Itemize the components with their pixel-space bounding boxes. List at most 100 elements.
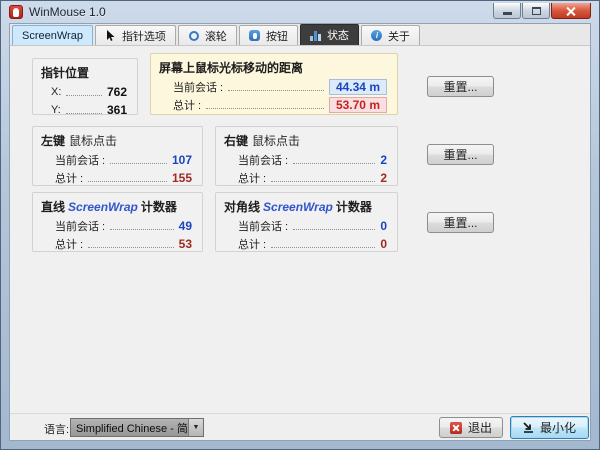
reset-button-label: 重置...	[443, 214, 477, 231]
panel-title-prefix: 直线	[41, 200, 65, 214]
total-label: 总计 :	[173, 97, 201, 113]
total-value: 155	[172, 171, 192, 185]
total-value: 0	[380, 237, 387, 251]
minimize-arrow-icon	[523, 422, 534, 433]
panel-title: 屏幕上鼠标光标移动的距离	[159, 59, 387, 76]
dotted-leader	[110, 163, 167, 164]
tab-label: ScreenWrap	[22, 30, 83, 42]
panel-title-prefix: 对角线	[224, 200, 260, 214]
straight-screenwrap-panel: 直线ScreenWrap计数器 当前会话 : 49 总计 : 53	[32, 192, 203, 252]
wheel-icon	[188, 30, 200, 42]
dotted-leader	[293, 229, 375, 230]
titlebar[interactable]: WinMouse 1.0	[1, 1, 599, 23]
total-value: 2	[380, 171, 387, 185]
minimize-icon	[503, 12, 512, 15]
tab-label: 滚轮	[205, 28, 227, 44]
total-label: 总计 :	[238, 170, 266, 186]
tab-about[interactable]: i 关于	[361, 25, 420, 45]
tab-status[interactable]: 状态	[300, 24, 359, 45]
dotted-leader	[206, 108, 324, 109]
session-label: 当前会话 :	[55, 218, 105, 234]
total-label: 总计 :	[238, 236, 266, 252]
tab-label: 关于	[388, 28, 410, 44]
distance-panel: 屏幕上鼠标光标移动的距离 当前会话 : 44.34 m 总计 : 53.70 m	[150, 53, 398, 115]
tab-pointer-options[interactable]: 指针选项	[95, 25, 176, 45]
client-area: ScreenWrap 指针选项 滚轮 按钮 状态 i	[9, 23, 591, 441]
reset-button-label: 重置...	[443, 146, 477, 163]
window: WinMouse 1.0 ScreenWrap 指针选项 滚轮	[0, 0, 600, 450]
window-title: WinMouse 1.0	[29, 5, 106, 19]
tab-screenwrap[interactable]: ScreenWrap	[12, 25, 93, 45]
maximize-icon	[532, 7, 541, 15]
total-value: 53	[179, 237, 192, 251]
session-label: 当前会话 :	[238, 218, 288, 234]
exit-button-label: 退出	[468, 419, 492, 436]
session-value: 44.34 m	[329, 79, 387, 95]
session-value: 49	[179, 219, 192, 233]
app-mouse-icon	[9, 5, 23, 19]
dotted-leader	[88, 181, 167, 182]
chevron-down-icon: ▼	[188, 419, 203, 436]
dotted-leader	[228, 90, 324, 91]
tab-bar: ScreenWrap 指针选项 滚轮 按钮 状态 i	[10, 24, 590, 46]
dotted-leader	[293, 163, 375, 164]
reset-screenwrap-button[interactable]: 重置...	[427, 212, 494, 233]
panel-title-bold: 左键	[41, 134, 65, 148]
panel-title-suffix: 计数器	[141, 200, 177, 214]
footer-bar: 语言: Simplified Chinese - 简体中文 ▼ 退出 最小化	[10, 413, 590, 440]
diagonal-screenwrap-panel: 对角线ScreenWrap计数器 当前会话 : 0 总计 : 0	[215, 192, 398, 252]
exit-icon	[450, 422, 462, 434]
language-select[interactable]: Simplified Chinese - 简体中文 ▼	[70, 418, 204, 437]
session-label: 当前会话 :	[238, 152, 288, 168]
session-label: 当前会话 :	[173, 79, 223, 95]
tab-label: 按钮	[266, 28, 288, 44]
session-value: 0	[380, 219, 387, 233]
panel-title-rest: 鼠标点击	[252, 134, 300, 148]
screenwrap-brand: ScreenWrap	[263, 200, 333, 214]
panel-title-bold: 右键	[224, 134, 248, 148]
dotted-leader	[110, 229, 174, 230]
language-selected-value: Simplified Chinese - 简体中文	[71, 420, 188, 436]
right-clicks-panel: 右键鼠标点击 当前会话 : 2 总计 : 2	[215, 126, 398, 186]
language-label: 语言:	[44, 421, 69, 437]
close-icon	[566, 6, 576, 16]
minimize-app-button[interactable]: 最小化	[510, 416, 589, 439]
close-window-button[interactable]	[551, 3, 591, 19]
pointer-position-panel: 指针位置 X: 762 Y: 361	[32, 58, 138, 115]
maximize-window-button[interactable]	[522, 3, 550, 19]
dotted-leader	[271, 181, 375, 182]
reset-distance-button[interactable]: 重置...	[427, 76, 494, 97]
left-clicks-panel: 左键鼠标点击 当前会话 : 107 总计 : 155	[32, 126, 203, 186]
panel-title-rest: 鼠标点击	[69, 134, 117, 148]
total-value: 53.70 m	[329, 97, 387, 113]
tab-label: 状态	[327, 27, 349, 43]
tab-wheel[interactable]: 滚轮	[178, 25, 237, 45]
x-value: 762	[107, 85, 127, 99]
dotted-leader	[66, 113, 102, 114]
session-value: 2	[380, 153, 387, 167]
dotted-leader	[271, 247, 375, 248]
y-value: 361	[107, 103, 127, 117]
total-label: 总计 :	[55, 236, 83, 252]
session-value: 107	[172, 153, 192, 167]
dotted-leader	[66, 95, 102, 96]
total-label: 总计 :	[55, 170, 83, 186]
bar-chart-icon	[310, 29, 322, 41]
tab-buttons[interactable]: 按钮	[239, 25, 298, 45]
panel-title-suffix: 计数器	[336, 200, 372, 214]
panel-title: 指针位置	[41, 64, 127, 81]
window-controls	[493, 3, 591, 21]
info-icon: i	[371, 30, 383, 42]
reset-button-label: 重置...	[443, 78, 477, 95]
session-label: 当前会话 :	[55, 152, 105, 168]
minimize-button-label: 最小化	[540, 419, 576, 436]
status-tab-page: 指针位置 X: 762 Y: 361 屏幕上鼠标光标移动的距离 当前会话 :	[10, 46, 590, 413]
exit-button[interactable]: 退出	[439, 417, 503, 438]
tab-label: 指针选项	[122, 28, 166, 44]
x-label: X:	[51, 86, 61, 98]
minimize-window-button[interactable]	[493, 3, 521, 19]
screenwrap-brand: ScreenWrap	[68, 200, 138, 214]
y-label: Y:	[51, 104, 61, 116]
mouse-button-icon	[249, 30, 261, 42]
reset-clicks-button[interactable]: 重置...	[427, 144, 494, 165]
